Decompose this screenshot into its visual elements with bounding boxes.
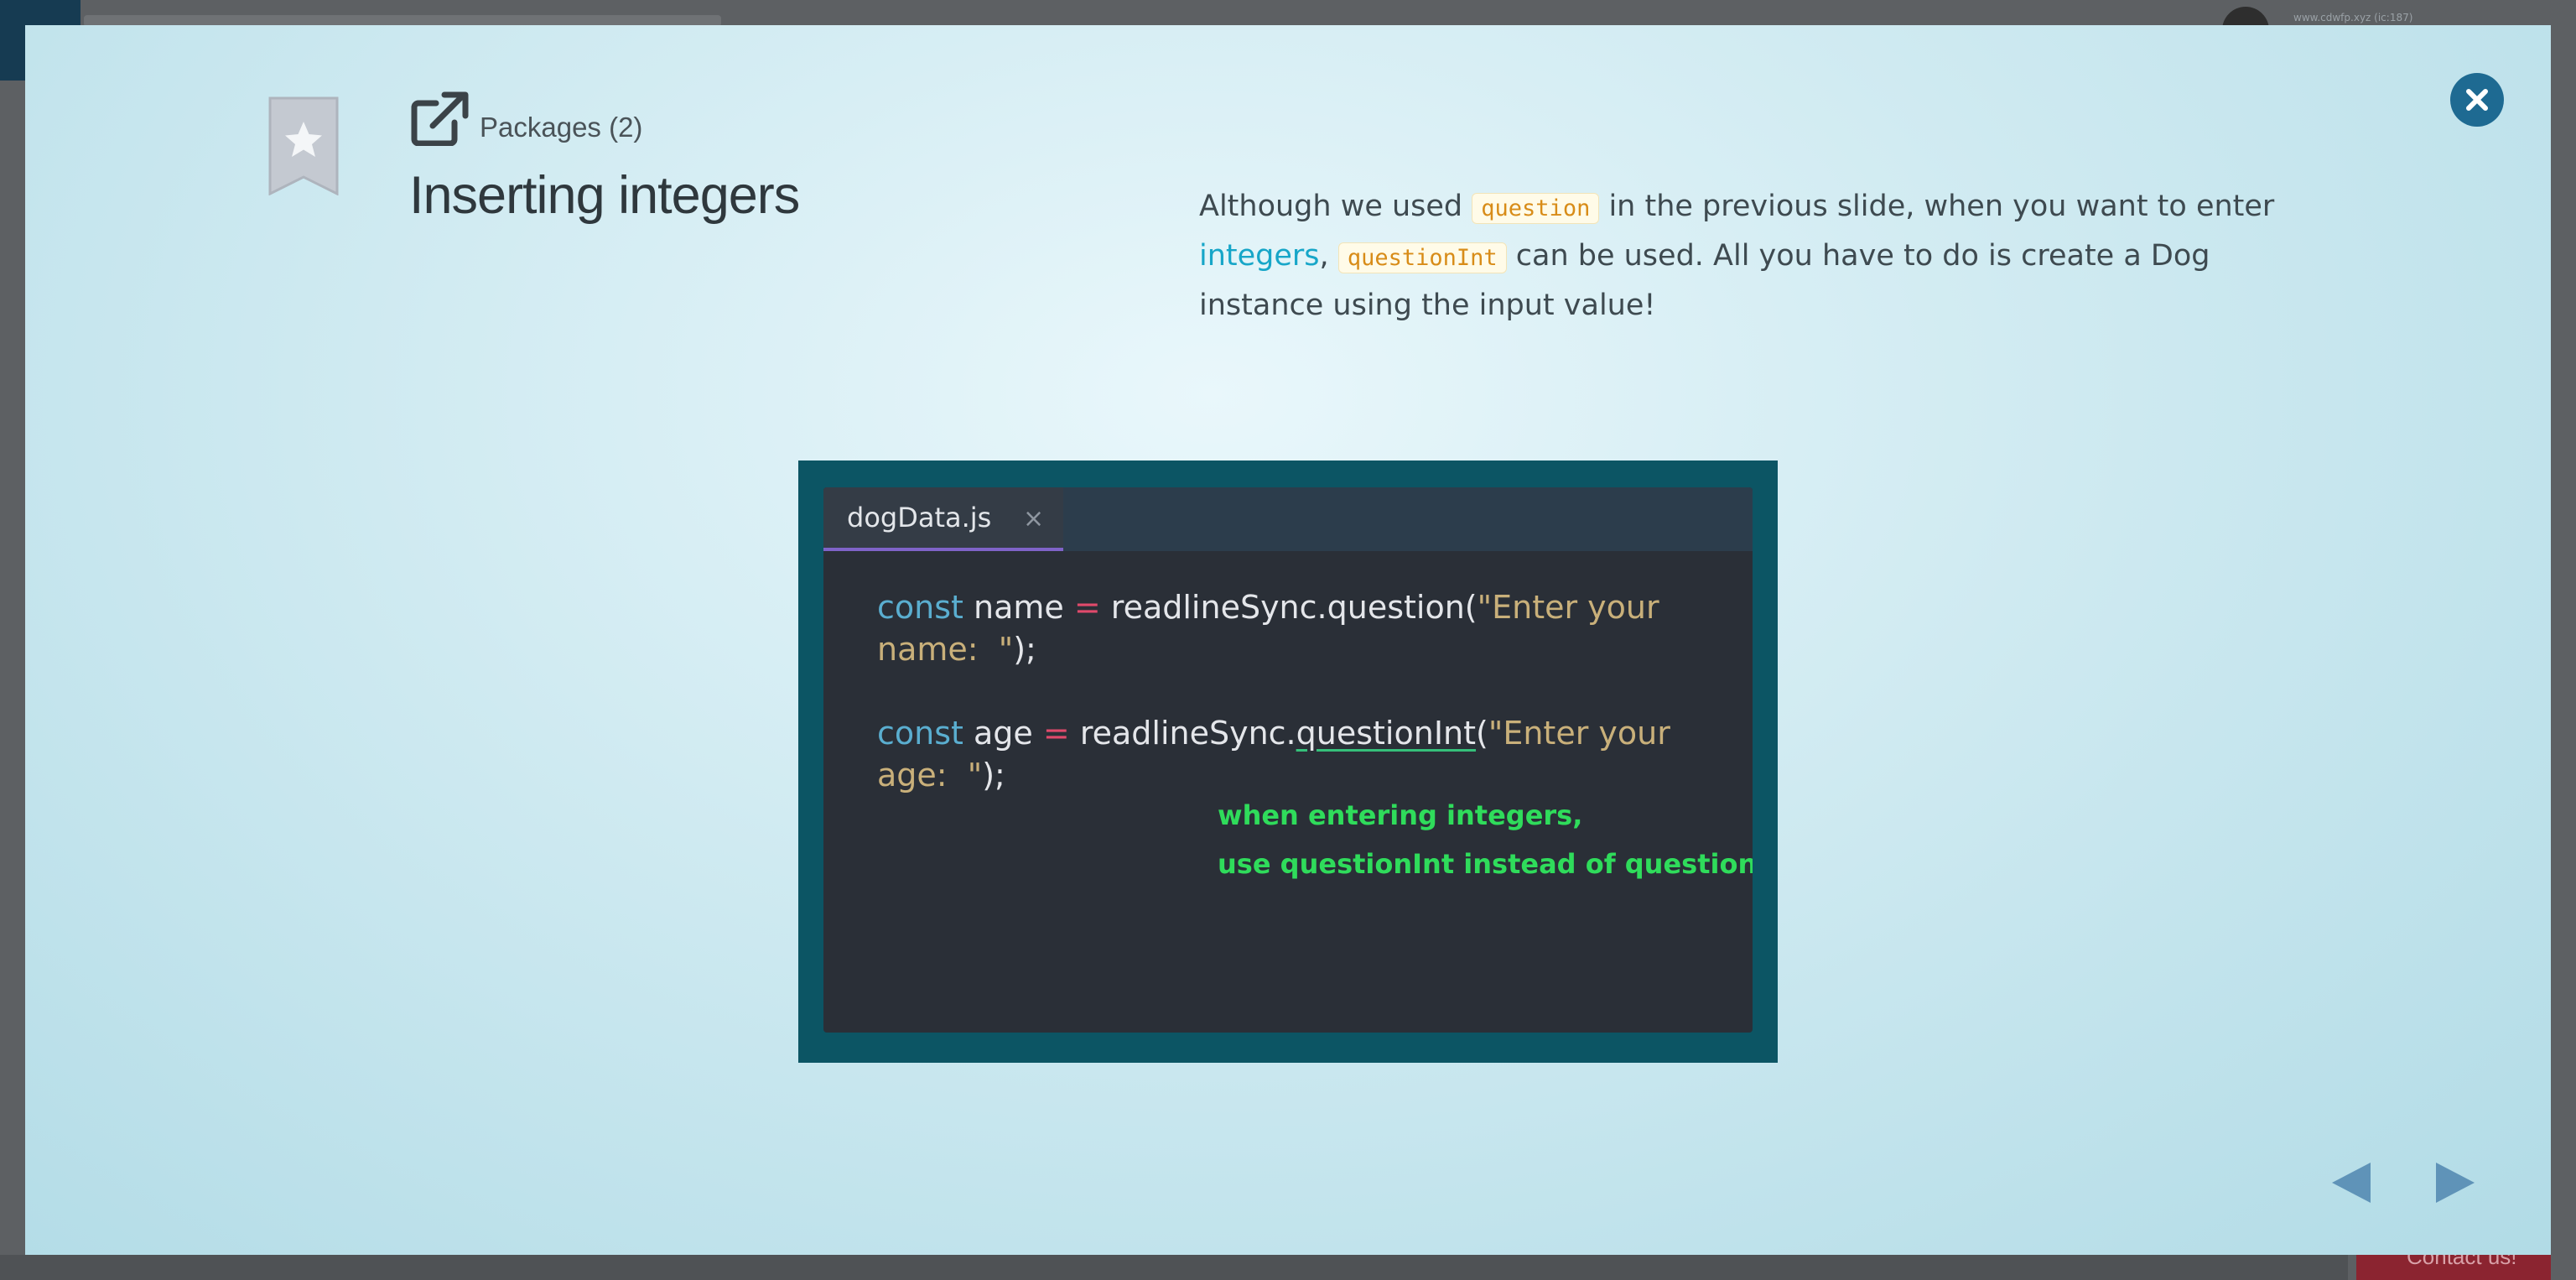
code-string: "Enter your [1488, 715, 1670, 752]
code-identifier: name [963, 589, 1074, 626]
code-string: age: " [877, 757, 983, 793]
chevron-right-icon [2436, 1163, 2475, 1203]
tab-filename: dogData.js [847, 502, 992, 533]
external-link-icon[interactable] [411, 91, 470, 146]
url-text: www.cdwfp.xyz (ic:187) [2293, 12, 2413, 23]
slide-description: Although we used question in the previou… [1199, 183, 2289, 329]
code-annotation: when entering integers, use questionInt … [1218, 791, 1753, 888]
chevron-left-icon [2332, 1163, 2371, 1203]
code-line: age: "); [877, 754, 1670, 796]
annotation-line: use questionInt instead of question [1218, 848, 1753, 880]
code-string: "Enter your [1477, 589, 1659, 626]
code-keyword: const [877, 715, 963, 752]
slide-modal: Packages (2) Inserting integers Although… [25, 25, 2551, 1255]
code-punctuation: ); [1013, 631, 1036, 668]
close-button[interactable] [2450, 73, 2504, 127]
editor-tab-bar: dogData.js × [823, 487, 1753, 551]
code-operator: = [1042, 715, 1070, 752]
code-object: readlineSync. [1069, 715, 1296, 752]
bookmark-button[interactable] [268, 96, 339, 195]
code-tag-questionint: questionInt [1337, 242, 1507, 273]
code-operator: = [1073, 589, 1101, 626]
code-line: const name = readlineSync.question("Ente… [877, 586, 1670, 628]
integers-link[interactable]: integers [1199, 239, 1320, 273]
desc-text: , [1319, 239, 1338, 273]
editor-tab-dogdata: dogData.js × [823, 487, 1063, 551]
code-call: readlineSync.question( [1100, 589, 1478, 626]
annotation-line: when entering integers, [1218, 799, 1583, 831]
next-slide-button[interactable] [2429, 1159, 2480, 1206]
code-tag-question: question [1472, 193, 1600, 224]
code-method-questionint: questionInt [1296, 715, 1477, 752]
bottom-scrollbar [0, 1255, 2348, 1280]
code-editor: dogData.js × const name = readlineSync.q… [823, 487, 1753, 1033]
code-line: const age = readlineSync.questionInt("En… [877, 712, 1670, 754]
code-string: name: " [877, 631, 1014, 668]
star-bookmark-icon [268, 96, 339, 195]
packages-link[interactable]: Packages (2) [480, 112, 642, 143]
code-block: const name = readlineSync.question("Ente… [877, 586, 1670, 796]
code-punctuation: ( [1476, 715, 1488, 752]
code-punctuation: ); [982, 757, 1005, 793]
code-keyword: const [877, 589, 963, 626]
desc-text: Although we used [1199, 190, 1472, 223]
code-line: name: "); [877, 628, 1670, 670]
close-icon [2466, 89, 2488, 111]
slide-title: Inserting integers [409, 166, 800, 225]
code-screenshot: dogData.js × const name = readlineSync.q… [798, 460, 1778, 1063]
tab-close-icon: × [1023, 504, 1045, 533]
code-identifier: age [963, 715, 1043, 752]
previous-slide-button[interactable] [2327, 1159, 2377, 1206]
desc-text: in the previous slide, when you want to … [1599, 190, 2275, 223]
